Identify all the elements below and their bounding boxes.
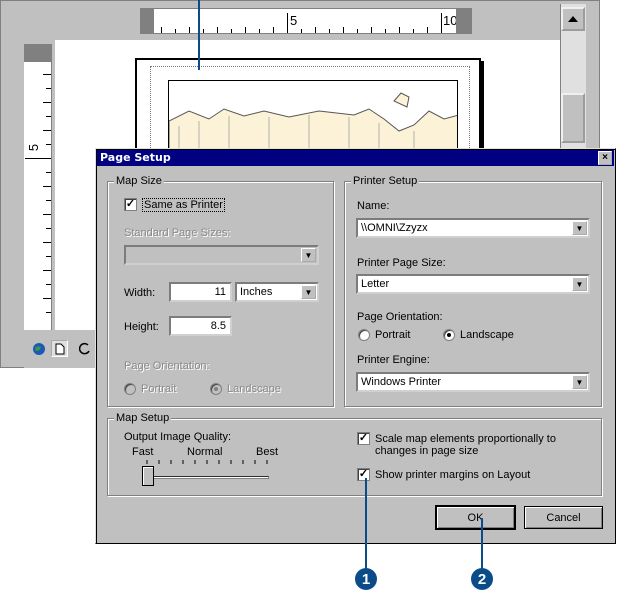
show-margins-label: Show printer margins on Layout bbox=[375, 469, 531, 481]
group-label: Printer Setup bbox=[351, 175, 420, 187]
vertical-ruler: 5 bbox=[24, 44, 52, 330]
chevron-down-icon: ▼ bbox=[572, 221, 587, 235]
ok-button[interactable]: OK bbox=[435, 505, 516, 530]
standard-page-sizes-label: Standard Page Sizes: bbox=[124, 227, 231, 239]
cancel-button[interactable]: Cancel bbox=[524, 506, 603, 529]
slider-ticks bbox=[146, 460, 268, 464]
view-toggle-bar bbox=[24, 330, 99, 368]
horizontal-ruler: 5 10 bbox=[140, 8, 472, 34]
scale-elements-checkbox[interactable]: ✓ bbox=[357, 432, 370, 445]
ruler-label-v5: 5 bbox=[26, 143, 42, 152]
ruler-margin-marker bbox=[456, 8, 472, 34]
callout-badge-1: 1 bbox=[355, 568, 377, 590]
cancel-button-label: Cancel bbox=[546, 511, 581, 524]
printer-engine-select[interactable]: Windows Printer ▼ bbox=[356, 372, 590, 392]
map-landscape-label: Landscape bbox=[227, 383, 281, 395]
close-icon: × bbox=[602, 152, 608, 163]
printer-engine-value: Windows Printer bbox=[361, 376, 442, 388]
standard-page-sizes-select[interactable]: ▼ bbox=[124, 245, 319, 265]
printer-engine-label: Printer Engine: bbox=[357, 354, 430, 366]
arrow-up-icon bbox=[568, 16, 578, 22]
printer-name-label: Name: bbox=[357, 200, 390, 212]
group-label: Map Size bbox=[114, 175, 164, 187]
printer-portrait-radio[interactable] bbox=[358, 329, 370, 341]
ruler-margin-marker bbox=[140, 8, 154, 34]
callout-badge-2: 2 bbox=[471, 568, 493, 590]
output-quality-label: Output Image Quality: bbox=[124, 431, 231, 443]
refresh-icon[interactable] bbox=[76, 340, 93, 357]
height-label: Height: bbox=[124, 321, 159, 333]
chevron-down-icon: ▼ bbox=[301, 248, 316, 262]
dialog-title: Page Setup bbox=[97, 150, 614, 166]
callout-leader-line bbox=[198, 0, 200, 70]
printer-portrait-label: Portrait bbox=[375, 329, 411, 341]
quality-fast-label: Fast bbox=[132, 446, 154, 458]
callout-leader-line bbox=[481, 518, 483, 570]
height-field[interactable]: 8.5 bbox=[169, 316, 232, 336]
ruler-label-5: 5 bbox=[290, 13, 298, 28]
chevron-down-icon: ▼ bbox=[301, 285, 316, 299]
width-field[interactable]: 11 bbox=[169, 282, 232, 302]
printer-page-size-select[interactable]: Letter ▼ bbox=[356, 274, 590, 294]
same-as-printer-label: Same as Printer bbox=[142, 198, 225, 212]
quality-best-label: Best bbox=[256, 446, 279, 458]
map-landscape-radio[interactable] bbox=[210, 383, 222, 395]
printer-orientation-label: Page Orientation: bbox=[357, 311, 443, 323]
same-as-printer-checkbox[interactable]: ✓ bbox=[124, 198, 137, 211]
printer-landscape-label: Landscape bbox=[460, 329, 514, 341]
quality-slider-thumb[interactable] bbox=[142, 466, 154, 486]
quality-slider-track[interactable] bbox=[149, 476, 269, 479]
chevron-down-icon: ▼ bbox=[572, 375, 587, 389]
width-label: Width: bbox=[124, 287, 156, 299]
printer-landscape-radio[interactable] bbox=[443, 329, 455, 341]
printer-name-value: \\OMNI\Zzyzx bbox=[361, 222, 428, 234]
layout-view-page-icon[interactable] bbox=[51, 340, 68, 357]
scale-elements-label: Scale map elements proportionally to cha… bbox=[375, 433, 556, 457]
map-portrait-label: Portrait bbox=[141, 383, 177, 395]
width-units-select[interactable]: Inches ▼ bbox=[235, 282, 319, 302]
width-units-value: Inches bbox=[240, 286, 273, 298]
scroll-up-button[interactable] bbox=[561, 7, 585, 31]
printer-page-size-value: Letter bbox=[361, 278, 390, 290]
printer-name-select[interactable]: \\OMNI\Zzyzx ▼ bbox=[356, 218, 590, 238]
printer-page-size-label: Printer Page Size: bbox=[357, 257, 446, 269]
ruler-margin-marker bbox=[24, 44, 52, 62]
map-portrait-radio[interactable] bbox=[124, 383, 136, 395]
callout-leader-line bbox=[365, 478, 367, 570]
close-button[interactable]: × bbox=[598, 151, 612, 165]
scrollbar-thumb[interactable] bbox=[561, 93, 585, 143]
chevron-down-icon: ▼ bbox=[572, 277, 587, 291]
map-orientation-label: Page Orientation: bbox=[124, 360, 210, 372]
group-label: Map Setup bbox=[114, 412, 172, 424]
quality-normal-label: Normal bbox=[187, 446, 223, 458]
show-margins-checkbox[interactable]: ✓ bbox=[357, 468, 370, 481]
map-setup-group: Map Setup bbox=[107, 412, 602, 496]
data-view-globe-icon[interactable] bbox=[30, 340, 47, 357]
